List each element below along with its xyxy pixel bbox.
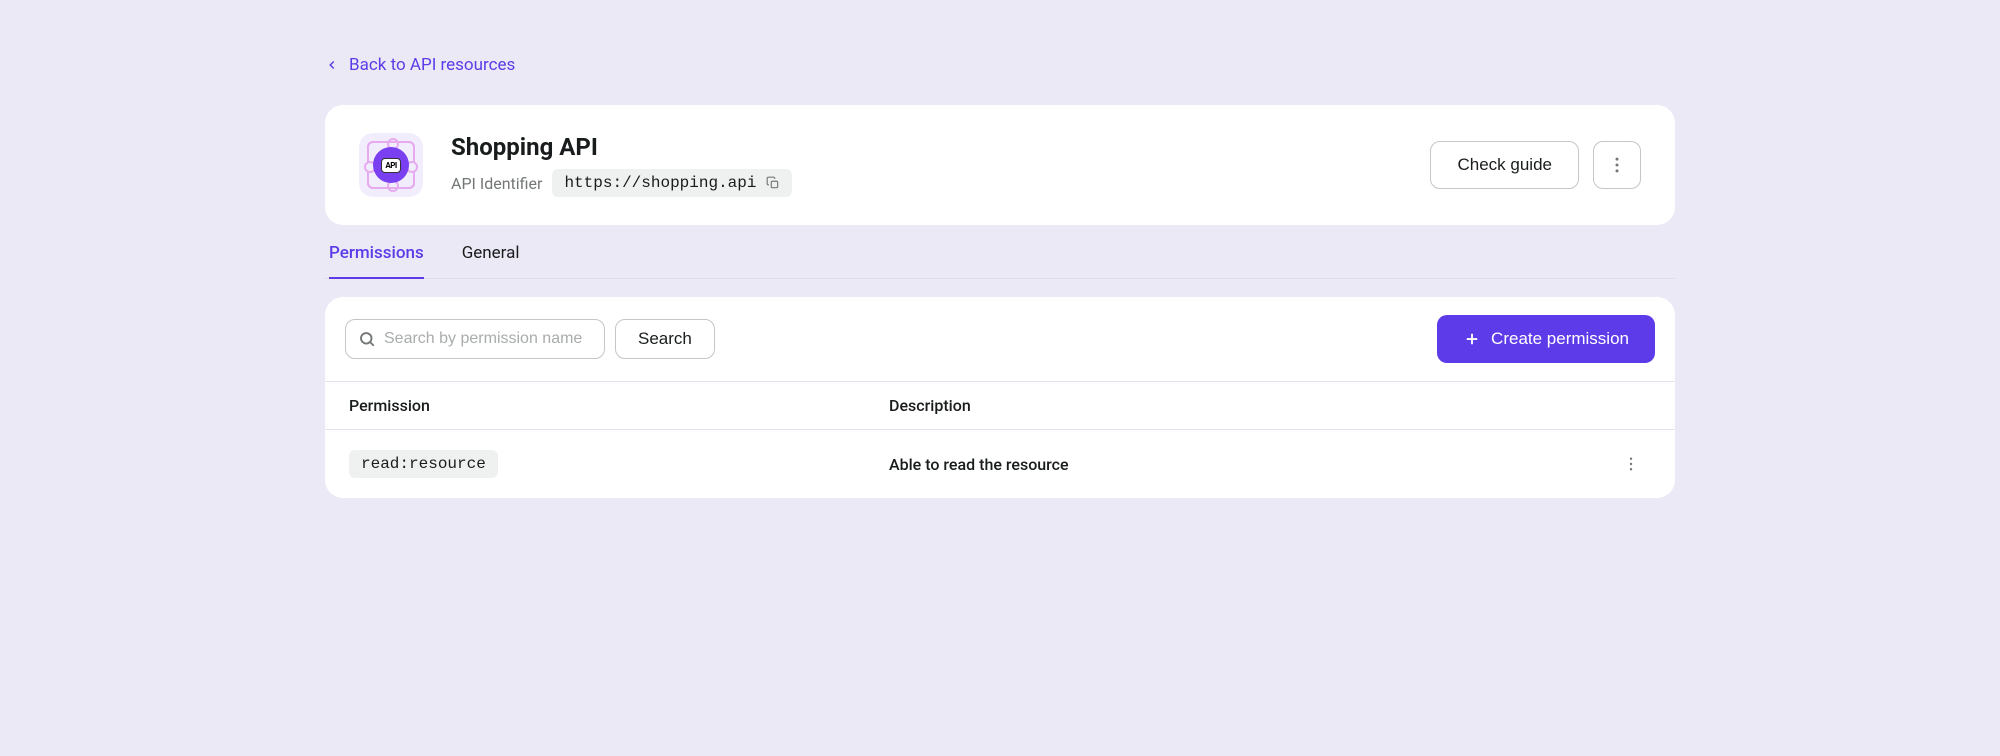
create-permission-button[interactable]: Create permission (1437, 315, 1655, 363)
more-vertical-icon (1607, 155, 1627, 175)
chevron-left-icon (325, 58, 339, 72)
search-icon (358, 330, 376, 348)
row-description: Able to read the resource (889, 455, 1069, 474)
identifier-label: API Identifier (451, 174, 542, 193)
table-row: read:resource Able to read the resource (325, 430, 1675, 498)
col-header-permission: Permission (349, 396, 889, 415)
col-header-description: Description (889, 396, 1611, 415)
api-icon: API (359, 133, 423, 197)
more-vertical-icon (1622, 455, 1640, 473)
content-card: Search Create permission Permission Desc… (325, 297, 1675, 498)
tab-permissions[interactable]: Permissions (329, 243, 424, 279)
table-header: Permission Description (325, 381, 1675, 430)
tab-general[interactable]: General (462, 243, 520, 279)
check-guide-button[interactable]: Check guide (1430, 141, 1579, 189)
tabs: Permissions General (325, 243, 1675, 279)
identifier-value: https://shopping.api (564, 174, 756, 192)
search-input-wrap[interactable] (345, 319, 605, 359)
plus-icon (1463, 330, 1481, 348)
page-title: Shopping API (451, 133, 792, 161)
identifier-pill[interactable]: https://shopping.api (552, 169, 792, 197)
api-icon-badge: API (381, 158, 400, 173)
back-link-label: Back to API resources (349, 55, 515, 75)
row-actions-button[interactable] (1611, 455, 1651, 473)
header-left: API Shopping API API Identifier https://… (359, 133, 792, 197)
back-link[interactable]: Back to API resources (325, 55, 515, 75)
permission-tag: read:resource (349, 450, 498, 478)
search-input[interactable] (384, 330, 592, 348)
search-button[interactable]: Search (615, 319, 715, 359)
header-card: API Shopping API API Identifier https://… (325, 105, 1675, 225)
toolbar: Search Create permission (325, 297, 1675, 381)
header-actions: Check guide (1430, 141, 1641, 189)
copy-icon (766, 176, 780, 190)
more-actions-button[interactable] (1593, 141, 1641, 189)
